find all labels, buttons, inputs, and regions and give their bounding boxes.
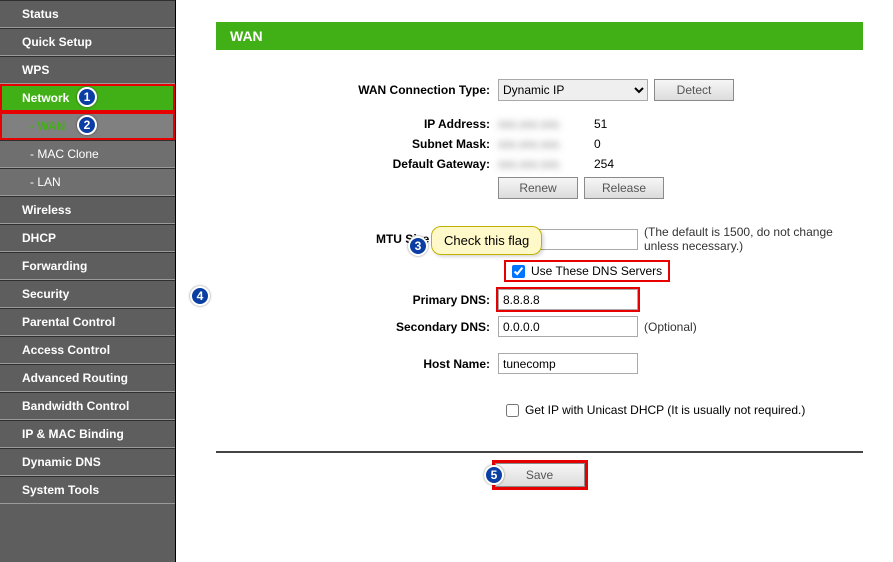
sidebar-item-status[interactable]: Status [0,0,175,28]
annotation-tip-3: Check this flag [431,226,542,255]
sidebar-item-ip-mac-binding[interactable]: IP & MAC Binding [0,420,175,448]
annotation-1: 1 [77,87,97,107]
sidebar-item-network[interactable]: Network 1 [0,84,175,112]
ip-address-prefix: xxx.xxx.xxx. [498,117,588,131]
sidebar-item-mac-clone[interactable]: - MAC Clone [0,140,175,168]
subnet-mask-label: Subnet Mask: [216,137,498,151]
main-content: WAN WAN Connection Type: Dynamic IP Dete… [176,0,893,562]
detect-button[interactable]: Detect [654,79,734,101]
ip-address-suffix: 51 [594,117,607,131]
save-button[interactable]: Save [495,463,585,487]
subnet-mask-prefix: xxx.xxx.xxx. [498,137,588,151]
sidebar-item-wan[interactable]: - WAN 2 [0,112,175,140]
sidebar-item-advanced-routing[interactable]: Advanced Routing [0,364,175,392]
wan-conn-type-select[interactable]: Dynamic IP [498,79,648,101]
page-title: WAN [216,22,863,50]
unicast-dhcp-label: Get IP with Unicast DHCP (It is usually … [525,403,805,417]
renew-button[interactable]: Renew [498,177,578,199]
sidebar-item-lan[interactable]: - LAN [0,168,175,196]
mtu-hint: (The default is 1500, do not change unle… [644,225,863,253]
sidebar-item-security[interactable]: Security [0,280,175,308]
sidebar-item-parental-control[interactable]: Parental Control [0,308,175,336]
sidebar-item-dhcp[interactable]: DHCP [0,224,175,252]
sidebar: Status Quick Setup WPS Network 1 - WAN 2… [0,0,176,562]
default-gateway-suffix: 254 [594,157,614,171]
host-name-label: Host Name: [216,357,498,371]
annotation-3: 3 [408,236,428,256]
host-name-input[interactable] [498,353,638,374]
default-gateway-label: Default Gateway: [216,157,498,171]
sidebar-item-system-tools[interactable]: System Tools [0,476,175,504]
unicast-dhcp-checkbox[interactable] [506,404,519,417]
use-dns-label: Use These DNS Servers [531,264,662,278]
primary-dns-input[interactable] [498,289,638,310]
sidebar-item-quick-setup[interactable]: Quick Setup [0,28,175,56]
sidebar-item-forwarding[interactable]: Forwarding [0,252,175,280]
annotation-5: 5 [484,465,504,485]
annotation-2: 2 [77,115,97,135]
ip-address-label: IP Address: [216,117,498,131]
sidebar-item-bandwidth-control[interactable]: Bandwidth Control [0,392,175,420]
primary-dns-label: Primary DNS: [216,293,498,307]
divider [216,451,863,453]
secondary-dns-input[interactable] [498,316,638,337]
default-gateway-prefix: xxx.xxx.xxx. [498,157,588,171]
sidebar-item-access-control[interactable]: Access Control [0,336,175,364]
subnet-mask-suffix: 0 [594,137,601,151]
use-dns-checkbox[interactable] [512,265,525,278]
sidebar-item-wireless[interactable]: Wireless [0,196,175,224]
sidebar-item-dynamic-dns[interactable]: Dynamic DNS [0,448,175,476]
release-button[interactable]: Release [584,177,664,199]
annotation-4: 4 [190,286,210,306]
sidebar-item-wps[interactable]: WPS [0,56,175,84]
secondary-dns-hint: (Optional) [644,320,697,334]
wan-conn-type-label: WAN Connection Type: [216,83,498,97]
secondary-dns-label: Secondary DNS: [216,320,498,334]
